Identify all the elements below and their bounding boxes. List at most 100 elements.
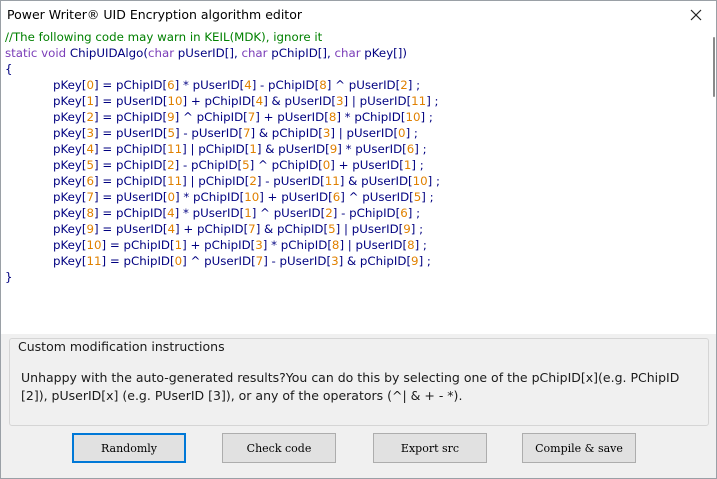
index-token: 9 bbox=[411, 254, 419, 268]
randomly-button[interactable]: Randomly bbox=[72, 433, 186, 463]
code-line: pKey[9] = pUserID[4] + pChipID[7] & pChi… bbox=[5, 221, 423, 237]
check-code-button[interactable]: Check code bbox=[222, 433, 336, 463]
index-token: 2 bbox=[249, 174, 257, 188]
index-token: 2 bbox=[400, 78, 408, 92]
signature-token: char bbox=[148, 46, 178, 60]
index-token: 9 bbox=[403, 222, 411, 236]
index-token: 2 bbox=[167, 158, 175, 172]
function-signature: static void ChipUIDAlgo(char pUserID[], … bbox=[5, 45, 407, 61]
index-token: 8 bbox=[407, 238, 415, 252]
index-token: 4 bbox=[167, 206, 175, 220]
code-token: ] = pUserID[ bbox=[94, 222, 168, 236]
code-token: ] = pChipID[ bbox=[94, 110, 168, 124]
index-token: 7 bbox=[248, 222, 256, 236]
code-token: ] = pChipID[ bbox=[94, 174, 168, 188]
index-token: 2 bbox=[325, 206, 333, 220]
signature-token: pChipID[], bbox=[271, 46, 335, 60]
code-line: pKey[3] = pUserID[5] - pUserID[7] & pChi… bbox=[5, 125, 418, 141]
code-token: ] ; bbox=[410, 222, 424, 236]
export-src-button[interactable]: Export src bbox=[373, 433, 487, 463]
code-token: pKey[ bbox=[53, 254, 87, 268]
index-token: 11 bbox=[167, 142, 183, 156]
index-token: 1 bbox=[249, 142, 257, 156]
title-bar[interactable]: Power Writer® UID Encryption algorithm e… bbox=[1, 1, 716, 29]
code-token: ] & pUserID[ bbox=[339, 174, 413, 188]
code-token: pKey[ bbox=[53, 94, 87, 108]
index-token: 4 bbox=[167, 222, 176, 236]
code-token: ] ; bbox=[427, 174, 440, 188]
index-token: 5 bbox=[328, 222, 336, 236]
code-token: ] & pUserID[ bbox=[263, 94, 337, 108]
index-token: 10 bbox=[244, 190, 260, 204]
code-token: ] + pChipID[ bbox=[182, 94, 256, 108]
signature-token: pUserID[], bbox=[177, 46, 242, 60]
index-token: 8 bbox=[86, 206, 94, 220]
code-comment: //The following code may warn in KEIL(MD… bbox=[5, 30, 323, 44]
index-token: 0 bbox=[174, 254, 183, 268]
code-token: ] + pUserID[ bbox=[255, 110, 329, 124]
code-token: ] ; bbox=[411, 158, 424, 172]
index-token: 5 bbox=[86, 158, 94, 172]
compile-save-button[interactable]: Compile & save bbox=[522, 433, 636, 463]
code-token: ] * pUserID[ bbox=[174, 206, 245, 220]
code-line: pKey[2] = pChipID[9] ^ pChipID[7] + pUse… bbox=[5, 109, 433, 125]
code-line: pKey[1] = pUserID[10] + pChipID[4] & pUs… bbox=[5, 93, 439, 109]
code-token: ] * pChipID[ bbox=[175, 190, 245, 204]
index-token: 3 bbox=[336, 94, 344, 108]
code-token: ] + pChipID[ bbox=[175, 222, 249, 236]
code-line: pKey[8] = pChipID[4] * pUserID[1] ^ pUse… bbox=[5, 205, 420, 221]
index-token: 5 bbox=[167, 126, 176, 140]
scrollbar-thumb[interactable] bbox=[713, 37, 715, 97]
code-token: pKey[ bbox=[53, 126, 87, 140]
code-token: ] * pUserID[ bbox=[174, 78, 245, 92]
code-token: pKey[ bbox=[53, 142, 87, 156]
code-editor[interactable]: //The following code may warn in KEIL(MD… bbox=[1, 29, 701, 334]
code-token: ] = pChipID[ bbox=[94, 158, 168, 172]
code-token: ] = pUserID[ bbox=[94, 126, 168, 140]
code-token: pKey[ bbox=[53, 158, 87, 172]
index-token: 10 bbox=[412, 174, 428, 188]
close-icon[interactable] bbox=[690, 9, 702, 21]
code-token: pKey[ bbox=[53, 110, 87, 124]
code-token: ] | pUserID[ bbox=[339, 238, 408, 252]
code-line: pKey[10] = pChipID[1] + pChipID[3] * pCh… bbox=[5, 237, 427, 253]
code-token: pKey[ bbox=[53, 238, 87, 252]
code-token: ] & pChipID[ bbox=[250, 126, 323, 140]
vertical-scrollbar[interactable] bbox=[701, 29, 716, 334]
code-token: ] + pUserID[ bbox=[259, 190, 333, 204]
signature-token: pKey[]) bbox=[364, 46, 407, 60]
code-token: pKey[ bbox=[53, 174, 87, 188]
index-token: 11 bbox=[86, 254, 102, 268]
code-token: ] | pChipID[ bbox=[182, 142, 250, 156]
index-token: 3 bbox=[255, 238, 263, 252]
code-line: pKey[4] = pChipID[11] | pChipID[1] & pUs… bbox=[5, 141, 427, 157]
index-token: 4 bbox=[244, 78, 252, 92]
code-line: pKey[0] = pChipID[6] * pUserID[4] - pChi… bbox=[5, 77, 420, 93]
code-token: ] = pChipID[ bbox=[94, 78, 168, 92]
code-token: ] ^ pUserID[ bbox=[182, 254, 256, 268]
code-token: ] = pUserID[ bbox=[94, 190, 168, 204]
code-token: pKey[ bbox=[53, 78, 87, 92]
code-token: ] - pUserID[ bbox=[256, 174, 325, 188]
index-token: 1 bbox=[86, 94, 94, 108]
index-token: 11 bbox=[324, 174, 340, 188]
signature-token: char bbox=[334, 46, 365, 60]
code-token: ] ^ pChipID[ bbox=[174, 110, 248, 124]
code-token: ] ; bbox=[405, 126, 418, 140]
code-token: ] ; bbox=[414, 142, 427, 156]
code-token: ] ; bbox=[407, 206, 421, 220]
code-token: ] - pChipID[ bbox=[174, 158, 243, 172]
index-token: 2 bbox=[86, 110, 94, 124]
instructions-text: Unhappy with the auto-generated results?… bbox=[21, 370, 680, 403]
index-token: 0 bbox=[86, 78, 94, 92]
index-token: 11 bbox=[411, 94, 427, 108]
code-line: pKey[6] = pChipID[11] | pChipID[2] - pUs… bbox=[5, 173, 440, 189]
code-token: ] ; bbox=[414, 238, 427, 252]
editor-window: Power Writer® UID Encryption algorithm e… bbox=[0, 0, 717, 479]
signature-token: char bbox=[241, 46, 272, 60]
code-line: pKey[7] = pUserID[0] * pChipID[10] + pUs… bbox=[5, 189, 434, 205]
code-token: ] ^ pUserID[ bbox=[326, 78, 401, 92]
code-token: ] * pChipID[ bbox=[336, 110, 406, 124]
close-button[interactable] bbox=[682, 3, 710, 27]
index-token: 10 bbox=[167, 94, 183, 108]
